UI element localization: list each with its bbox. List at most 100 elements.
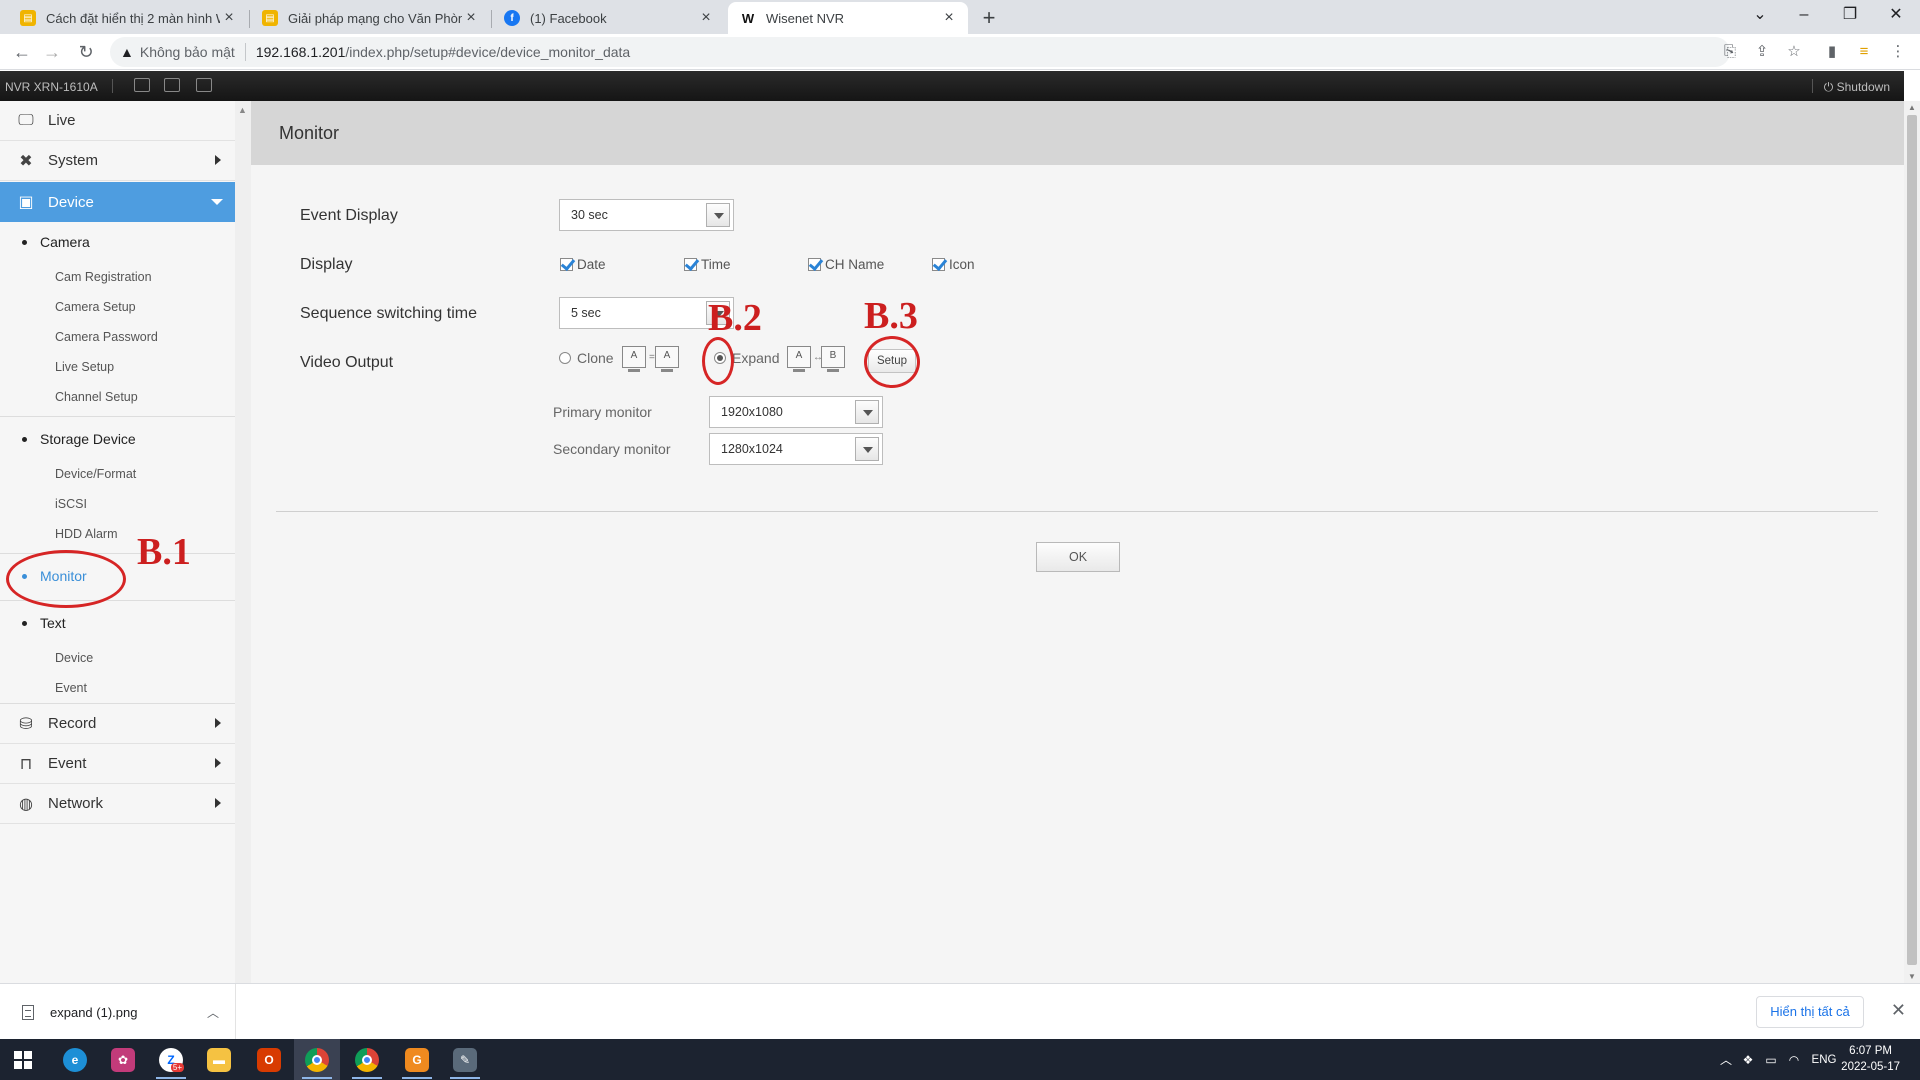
close-window-icon[interactable]: ✕ xyxy=(1874,0,1918,34)
video-output-clone-radio[interactable]: Clone xyxy=(559,350,614,366)
start-button[interactable] xyxy=(0,1039,46,1080)
taskbar-chrome-1[interactable] xyxy=(294,1039,340,1080)
bookmark-star-icon[interactable]: ☆ xyxy=(1782,40,1806,64)
sidebar-item-live-setup[interactable]: Live Setup xyxy=(55,360,114,374)
browser-menu-icon[interactable]: ⋮ xyxy=(1886,40,1910,64)
close-tab-icon[interactable]: × xyxy=(697,9,715,27)
language-indicator[interactable]: ENG xyxy=(1806,1054,1842,1066)
menu-event[interactable]: ⊓ Event xyxy=(0,744,235,784)
menu-network[interactable]: ◍ Network xyxy=(0,784,235,824)
extension-icon[interactable]: ≡ xyxy=(1852,40,1876,64)
scroll-up-icon[interactable]: ▲ xyxy=(1908,103,1916,112)
sidebar-item-device-format[interactable]: Device/Format xyxy=(55,467,136,481)
primary-monitor-select[interactable]: 1920x1080 xyxy=(709,396,883,428)
display-time-checkbox[interactable]: Time xyxy=(684,257,731,272)
back-icon[interactable]: ← xyxy=(8,38,36,66)
chevron-up-icon[interactable]: ︿ xyxy=(207,1004,219,1021)
menu-system[interactable]: ✖ System xyxy=(0,141,235,181)
translate-icon[interactable]: ⎘ xyxy=(1718,40,1742,64)
sidebar-item-text-event[interactable]: Event xyxy=(55,681,87,695)
group-storage-device[interactable]: Storage Device xyxy=(22,431,136,447)
sidebar-scrollbar[interactable]: ▲ xyxy=(235,101,251,983)
taskbar-paint[interactable]: ✎ xyxy=(442,1039,488,1080)
secondary-monitor-select[interactable]: 1280x1024 xyxy=(709,433,883,465)
reload-icon[interactable]: ↻ xyxy=(72,38,100,66)
taskbar-clock[interactable]: 6:07 PM 2022-05-17 xyxy=(1841,1043,1900,1075)
scroll-down-icon[interactable]: ▼ xyxy=(1908,972,1916,981)
caret-down-icon xyxy=(211,199,223,205)
show-all-downloads-button[interactable]: Hiển thị tất cả xyxy=(1756,996,1864,1028)
sidebar-item-iscsi[interactable]: iSCSI xyxy=(55,497,87,511)
taskbar-chrome-2[interactable] xyxy=(344,1039,390,1080)
sidebar-item-hdd-alarm[interactable]: HDD Alarm xyxy=(55,527,118,541)
radio-label: Expand xyxy=(732,350,780,366)
close-tab-icon[interactable]: × xyxy=(940,9,958,27)
dropbox-icon[interactable]: ❖ xyxy=(1736,1053,1760,1067)
event-display-select[interactable]: 30 sec xyxy=(559,199,734,231)
live-screen-icon[interactable] xyxy=(196,78,212,92)
new-tab-button[interactable]: + xyxy=(975,4,1003,32)
browser-tab-1[interactable]: ▤ Cách đặt hiển thị 2 màn hình Wis × xyxy=(8,2,248,34)
checkbox-checked-icon[interactable] xyxy=(932,258,945,271)
address-bar[interactable]: ▲ Không bảo mật 192.168.1.201/index.php/… xyxy=(110,37,1730,67)
forward-icon[interactable]: → xyxy=(38,38,66,66)
display-date-checkbox[interactable]: Date xyxy=(560,257,606,272)
folder-favicon-icon: ▤ xyxy=(262,10,278,26)
taskbar-explorer[interactable]: ▬ xyxy=(196,1039,242,1080)
taskbar-office[interactable]: O xyxy=(246,1039,292,1080)
scroll-up-icon[interactable]: ▲ xyxy=(238,105,247,115)
download-item[interactable]: expand (1).png ︿ xyxy=(0,984,236,1040)
select-value: 30 sec xyxy=(571,208,608,222)
browser-tab-4-active[interactable]: W Wisenet NVR × xyxy=(728,2,968,34)
page-scrollbar[interactable]: ▲ ▼ xyxy=(1904,101,1920,983)
security-label[interactable]: Không bảo mật xyxy=(140,44,235,60)
minimize-icon[interactable]: – xyxy=(1782,0,1826,34)
tray-chevron-up-icon[interactable]: ︿ xyxy=(1716,1051,1736,1068)
group-camera[interactable]: Camera xyxy=(22,234,90,250)
display-icon-checkbox[interactable]: Icon xyxy=(932,257,975,272)
checkbox-checked-icon[interactable] xyxy=(808,258,821,271)
radio-icon[interactable] xyxy=(559,352,571,364)
taskbar-edge[interactable]: e xyxy=(52,1039,98,1080)
orange-app-icon: G xyxy=(405,1047,429,1072)
sidebar-item-camera-password[interactable]: Camera Password xyxy=(55,330,158,344)
sidebar-item-text-device[interactable]: Device xyxy=(55,651,93,665)
checkbox-checked-icon[interactable] xyxy=(684,258,697,271)
warning-icon[interactable]: ▲ xyxy=(120,44,134,60)
browser-tab-2[interactable]: ▤ Giải pháp mạng cho Văn Phòng, × xyxy=(250,2,490,34)
wifi-icon[interactable]: ◠ xyxy=(1782,1053,1806,1067)
taskbar-zalo[interactable]: Z 5+ xyxy=(148,1039,194,1080)
side-panel-icon[interactable]: ▮ xyxy=(1820,40,1844,64)
chevron-down-icon[interactable] xyxy=(706,203,730,227)
browser-tab-3[interactable]: f (1) Facebook × xyxy=(492,2,725,34)
tools-icon: ✖ xyxy=(19,152,33,170)
battery-icon[interactable]: ▭ xyxy=(1760,1053,1782,1067)
menu-record[interactable]: ⛁ Record xyxy=(0,704,235,744)
setup-icon[interactable] xyxy=(134,78,150,92)
sidebar-item-cam-registration[interactable]: Cam Registration xyxy=(55,270,152,284)
display-chname-checkbox[interactable]: CH Name xyxy=(808,257,884,272)
menu-device[interactable]: ▣ Device xyxy=(0,182,235,222)
ok-button[interactable]: OK xyxy=(1036,542,1120,572)
url-text[interactable]: 192.168.1.201/index.php/setup#device/dev… xyxy=(256,44,630,60)
group-text[interactable]: Text xyxy=(22,615,66,631)
taskbar-app-orange[interactable]: G xyxy=(394,1039,440,1080)
taskbar-game[interactable]: ✿ xyxy=(100,1039,146,1080)
sidebar-item-camera-setup[interactable]: Camera Setup xyxy=(55,300,136,314)
menu-live[interactable]: 🖵 Live xyxy=(0,101,235,141)
restore-icon[interactable]: ❐ xyxy=(1828,0,1872,34)
chevron-down-icon[interactable] xyxy=(855,400,879,424)
checkbox-checked-icon[interactable] xyxy=(560,258,573,271)
sidebar-item-channel-setup[interactable]: Channel Setup xyxy=(55,390,138,404)
clock-time: 6:07 PM xyxy=(1849,1045,1892,1057)
tab-search-icon[interactable]: ⌄ xyxy=(1738,0,1782,34)
share-icon[interactable]: ⇪ xyxy=(1750,40,1774,64)
close-download-bar-icon[interactable]: ✕ xyxy=(1891,1000,1906,1021)
close-tab-icon[interactable]: × xyxy=(220,9,238,27)
shutdown-button[interactable]: ⏻ Shutdown xyxy=(1824,80,1890,95)
scrollbar-thumb[interactable] xyxy=(1907,115,1917,965)
chevron-down-icon[interactable] xyxy=(855,437,879,461)
close-tab-icon[interactable]: × xyxy=(462,9,480,27)
file-icon xyxy=(22,1004,34,1020)
search-screen-icon[interactable] xyxy=(164,78,180,92)
